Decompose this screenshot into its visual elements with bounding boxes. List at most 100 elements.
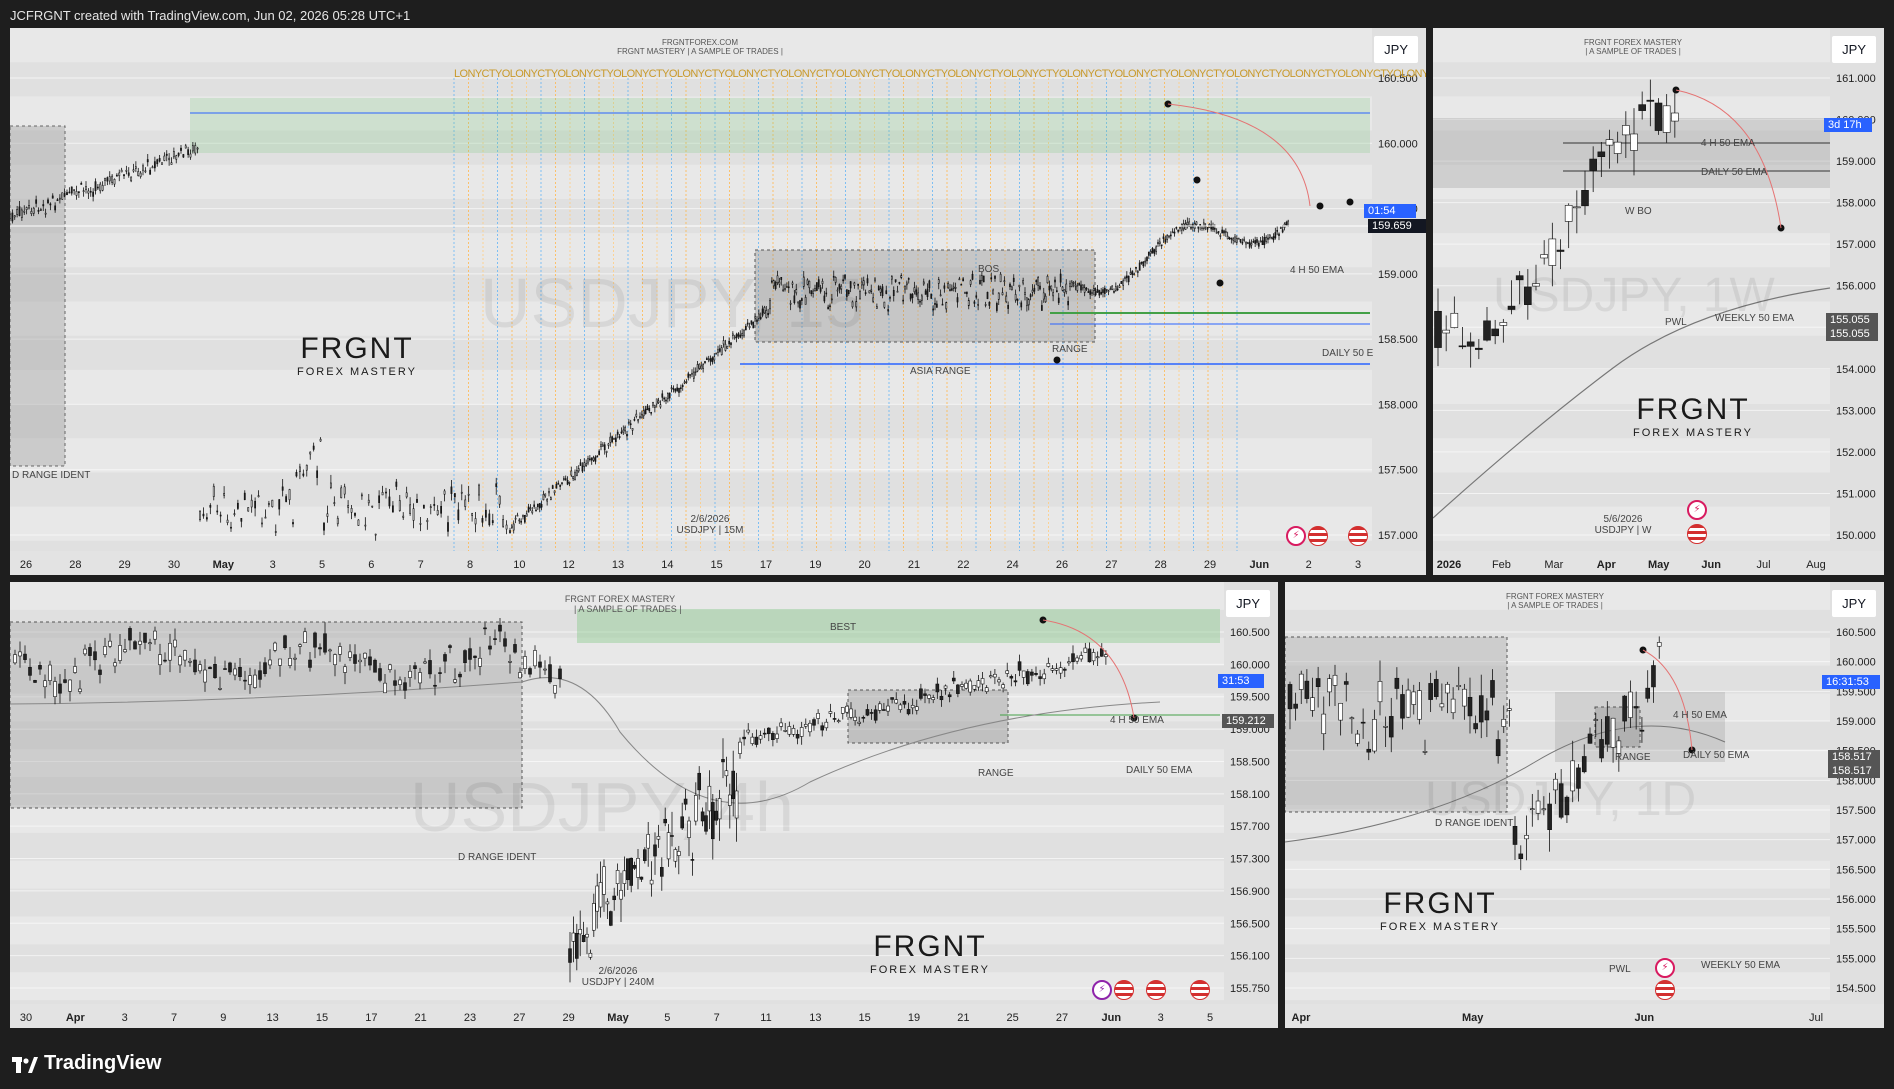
chart-panel-15m[interactable]: 160.500160.000159.500159.000158.500158.0… <box>10 28 1426 575</box>
us-flag-icon[interactable] <box>1114 980 1134 1000</box>
lightning-icon[interactable]: ⚡ <box>1286 526 1306 546</box>
candle-body <box>689 374 691 376</box>
candle-body <box>1223 230 1225 234</box>
price-tick: 161.000 <box>1836 73 1876 85</box>
alert-icons[interactable]: ⚡ <box>1687 500 1707 544</box>
time-axis[interactable] <box>10 551 1370 575</box>
symbol-button[interactable]: JPY <box>1226 590 1270 617</box>
candle-body <box>381 492 384 496</box>
candle-body <box>1587 733 1593 744</box>
candle-body <box>1171 231 1174 234</box>
candle-body <box>1388 716 1394 738</box>
candle-body <box>1083 647 1088 653</box>
candle-body <box>139 172 142 177</box>
price-tick: 156.000 <box>1836 894 1876 906</box>
candle-body <box>578 929 583 935</box>
candle-body <box>1372 719 1377 752</box>
candle-body <box>542 494 545 501</box>
lightning-icon[interactable]: ⚡ <box>1092 980 1112 1000</box>
candle-body <box>1013 680 1018 683</box>
trade-marker[interactable] <box>1346 198 1354 206</box>
candle-body <box>930 293 933 299</box>
candle-body <box>754 736 759 745</box>
candle-body <box>1622 695 1627 722</box>
candle-body <box>209 505 212 508</box>
candle-body <box>910 705 915 709</box>
lightning-icon[interactable]: ⚡ <box>1687 500 1707 520</box>
us-flag-icon-2[interactable] <box>1146 980 1166 1000</box>
candle-body <box>864 292 867 294</box>
candle-body <box>99 183 102 192</box>
candle-body <box>1327 678 1332 693</box>
candle-body <box>559 484 561 487</box>
candle-body <box>1304 680 1310 699</box>
candle-body <box>212 485 215 497</box>
candle-body <box>58 197 61 200</box>
lightning-icon[interactable]: ⚡ <box>1655 958 1675 978</box>
tradingview-brand[interactable]: TradingView <box>12 1052 161 1075</box>
candle-body <box>194 145 197 154</box>
candle-body <box>1540 254 1548 259</box>
label-range: RANGE <box>1052 344 1088 355</box>
trade-marker[interactable] <box>1216 279 1224 287</box>
candle-body <box>1136 271 1139 273</box>
candle-body <box>1651 665 1656 688</box>
candle-body <box>271 499 274 508</box>
us-flag-icon-3[interactable] <box>1190 980 1210 1000</box>
candle-body <box>857 721 862 724</box>
time-tick: May <box>607 1012 629 1024</box>
candle-body <box>551 485 554 489</box>
us-flag-icon[interactable] <box>1308 526 1328 546</box>
candle-body <box>1142 261 1145 267</box>
candle-body <box>927 694 931 699</box>
candle-body <box>123 649 127 653</box>
candle-body <box>742 736 746 740</box>
chart-panel-1w[interactable]: 161.000160.000159.000158.000157.000156.0… <box>1433 28 1884 575</box>
candle-body <box>680 387 682 390</box>
candle-body <box>353 654 357 664</box>
alert-icons[interactable]: ⚡ <box>1092 980 1210 1000</box>
time-tick: 21 <box>957 1012 969 1024</box>
us-flag-icon[interactable] <box>1655 980 1675 1000</box>
price-axis[interactable] <box>1372 28 1426 548</box>
symbol-button[interactable]: JPY <box>1832 36 1876 63</box>
candle-body <box>598 450 600 455</box>
trade-marker[interactable] <box>1193 176 1201 184</box>
candle-body <box>172 151 175 158</box>
time-tick: 25 <box>1007 1012 1019 1024</box>
us-flag-icon-2[interactable] <box>1348 526 1368 546</box>
candle-body <box>625 858 630 881</box>
candle-body <box>405 492 408 498</box>
candle-body <box>1484 710 1490 721</box>
candle-body <box>1065 283 1068 292</box>
chart-panel-4h[interactable]: 160.500 160.000 159.500 159.000 158.500 158.1… <box>10 582 1278 1028</box>
candle-body <box>1287 684 1293 710</box>
trade-marker[interactable] <box>1053 356 1061 364</box>
alert-icons[interactable]: ⚡ <box>1286 526 1328 546</box>
candle-body <box>1433 679 1439 697</box>
candle-body <box>1254 240 1257 244</box>
price-box-2: 155.055 <box>1826 327 1878 341</box>
symbol-button[interactable]: JPY <box>1832 590 1876 617</box>
label-daily-50: DAILY 50 EMA <box>1701 167 1768 178</box>
trade-marker[interactable] <box>1316 202 1324 210</box>
candle-body <box>762 732 767 735</box>
candle-body <box>836 720 841 722</box>
candle-body <box>39 209 42 211</box>
candle-body <box>988 675 993 678</box>
frgnt-tagline: FOREX MASTERY <box>1380 921 1500 933</box>
candle-body <box>1124 277 1126 279</box>
candle-body <box>138 640 142 645</box>
candle-body <box>1217 231 1220 233</box>
alert-icons[interactable]: ⚡ <box>1655 958 1675 1000</box>
chart-panel-1d[interactable]: 160.500160.000159.500159.000158.500158.0… <box>1285 582 1884 1028</box>
candle-body <box>642 849 647 861</box>
candle-body <box>213 664 217 679</box>
candle-body <box>663 397 665 400</box>
us-flag-icon[interactable] <box>1687 524 1707 544</box>
corner-symbol: USDJPY | 240M <box>581 977 655 988</box>
candle-body <box>38 665 42 670</box>
candle-body <box>766 727 771 735</box>
candle-body <box>976 680 981 688</box>
candle-body <box>20 209 23 218</box>
